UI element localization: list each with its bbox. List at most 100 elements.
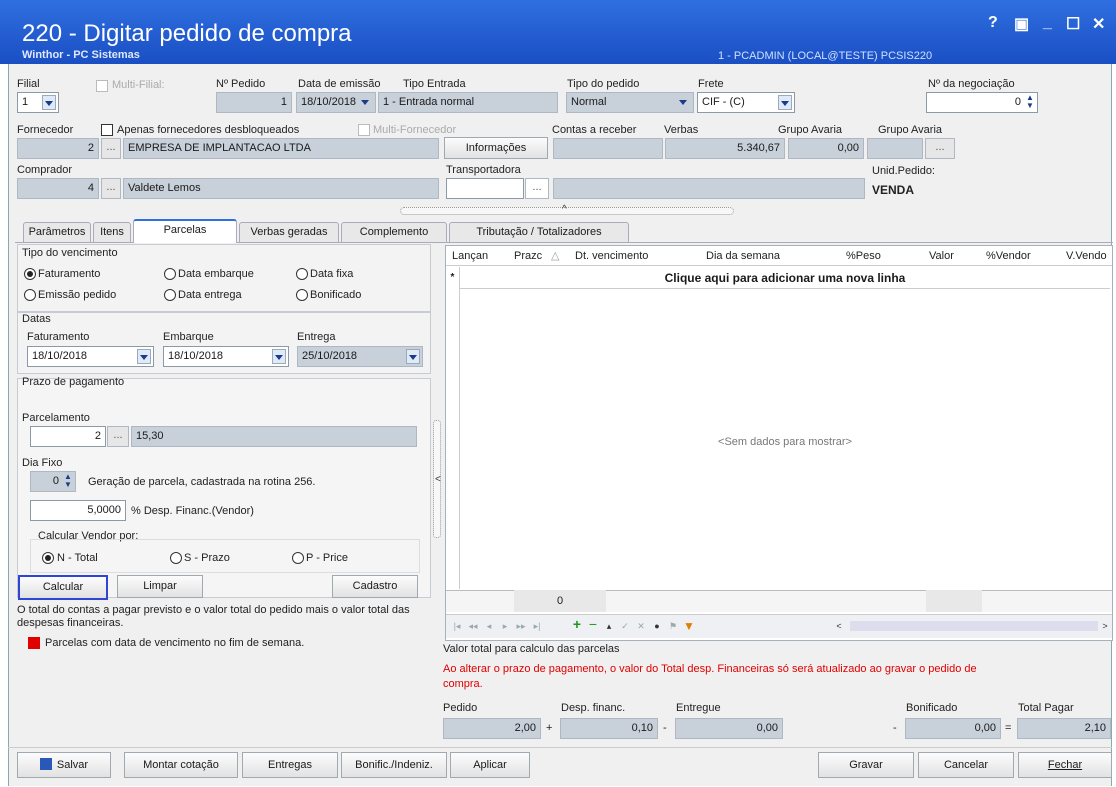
radio-n-total[interactable] [42, 552, 54, 564]
embarque-date[interactable]: 18/10/2018 [163, 346, 289, 367]
tipo-pedido-select[interactable]: Normal [566, 92, 694, 113]
grid-col-lancan[interactable]: Lançan [452, 250, 488, 262]
minimize-icon[interactable]: _ [1043, 14, 1052, 32]
limpar-button[interactable]: Limpar [117, 575, 203, 598]
fornecedor-search-button[interactable]: ... [101, 138, 121, 159]
entrega-date[interactable]: 25/10/2018 [297, 346, 423, 367]
nav-post-icon[interactable]: ✓ [618, 619, 632, 633]
cadastro-button[interactable]: Cadastro [332, 575, 418, 598]
informacoes-button[interactable]: Informações [444, 137, 548, 159]
grid-col-peso[interactable]: %Peso [846, 250, 881, 262]
close-icon[interactable]: ✕ [1092, 14, 1105, 34]
entregas-button[interactable]: Entregas [242, 752, 338, 778]
help-icon[interactable]: ? [988, 14, 998, 32]
parcelamento-search-button[interactable]: ... [107, 426, 129, 447]
transportadora-code[interactable] [446, 178, 524, 199]
faturamento-date-value: 18/10/2018 [32, 350, 88, 362]
faturamento-date[interactable]: 18/10/2018 [27, 346, 154, 367]
cancelar-button[interactable]: Cancelar [918, 752, 1014, 778]
comprador-code[interactable]: 4 [17, 178, 99, 199]
data-emissao-field[interactable]: 18/10/2018 [296, 92, 376, 113]
chevron-up-icon[interactable]: ^ [562, 204, 567, 215]
multi-fornecedor-checkbox[interactable] [358, 124, 370, 136]
fornecedor-code[interactable]: 2 [17, 138, 99, 159]
grid-col-vendor[interactable]: %Vendor [986, 250, 1031, 262]
chevron-left-icon[interactable]: < [435, 474, 441, 485]
grupo-avaria-search-button[interactable]: ... [925, 138, 955, 159]
nav-cancel-icon[interactable]: ✕ [634, 619, 648, 633]
parcelamento-desc: 15,30 [131, 426, 417, 447]
unid-pedido-value: VENDA [872, 183, 915, 197]
spinner-icon[interactable]: ▲ ▼ [63, 473, 73, 490]
tab-parametros[interactable]: Parâmetros [23, 222, 91, 242]
scroll-left-icon[interactable]: < [832, 619, 846, 633]
nav-edit-icon[interactable]: ▴ [602, 619, 616, 633]
dia-fixo-field[interactable]: 0 ▲ ▼ [30, 471, 76, 492]
nav-last-icon[interactable]: ▸| [530, 619, 544, 633]
chevron-down-icon [42, 95, 56, 110]
tipo-pedido-value: Normal [571, 96, 607, 108]
grupo-avaria-label-2: Grupo Avaria [878, 124, 943, 136]
radio-data-entrega[interactable] [164, 289, 176, 301]
radio-data-fixa[interactable] [296, 268, 308, 280]
desp-financ-field[interactable]: 5,0000 [30, 500, 126, 521]
aplicar-button[interactable]: Aplicar [450, 752, 530, 778]
collapse-splitter[interactable] [400, 207, 734, 215]
radio-emissao-pedido[interactable] [24, 289, 36, 301]
apenas-desbloq-checkbox[interactable] [101, 124, 113, 136]
nav-filter-icon[interactable]: ▼ [682, 619, 696, 633]
grid-col-prazo[interactable]: Prazc [514, 250, 542, 262]
new-row-prompt[interactable]: Clique aqui para adicionar uma nova linh… [460, 267, 1110, 289]
fechar-button[interactable]: Fechar [1018, 752, 1112, 778]
multi-filial-checkbox[interactable] [96, 80, 108, 92]
nav-bookmark-icon[interactable]: ⚑ [666, 619, 680, 633]
nav-prev-icon[interactable]: ◂ [482, 619, 496, 633]
grupo-avaria-code[interactable] [867, 138, 923, 159]
comprador-search-button[interactable]: ... [101, 178, 121, 199]
radio-data-embarque[interactable] [164, 268, 176, 280]
grid-col-dia-semana[interactable]: Dia da semana [706, 250, 780, 262]
radio-p-price[interactable] [292, 552, 304, 564]
radio-s-prazo[interactable] [170, 552, 182, 564]
calcular-button[interactable]: Calcular [18, 575, 108, 600]
grid-footer-count: 0 [514, 590, 606, 612]
entregue-field: 0,00 [675, 718, 783, 739]
contas-receber-field [553, 138, 663, 159]
grid-empty-text: <Sem dados para mostrar> [718, 436, 852, 448]
filial-select[interactable]: 1 [17, 92, 59, 113]
nav-prev-page-icon[interactable]: ◂◂ [466, 619, 480, 633]
negociacao-field[interactable]: 0 ▲ ▼ [926, 92, 1038, 113]
grid-col-dt-vencimento[interactable]: Dt. vencimento [575, 250, 648, 262]
nav-add-icon[interactable]: + [570, 617, 584, 631]
transportadora-search-button[interactable]: ... [525, 178, 549, 199]
maximize-icon[interactable]: ☐ [1066, 14, 1080, 34]
gravar-button[interactable]: Gravar [818, 752, 914, 778]
prazo-label: Prazo de pagamento [22, 376, 125, 388]
scroll-right-icon[interactable]: > [1098, 619, 1112, 633]
nav-first-icon[interactable]: |◂ [450, 619, 464, 633]
restore-icon[interactable]: ▣ [1014, 14, 1029, 34]
tab-complemento[interactable]: Complemento [341, 222, 447, 242]
bonific-button[interactable]: Bonific./Indeniz. [341, 752, 447, 778]
parcelamento-code[interactable]: 2 [30, 426, 106, 447]
tab-tributacao[interactable]: Tributação / Totalizadores [449, 222, 629, 242]
comprador-label: Comprador [17, 164, 73, 176]
nav-next-page-icon[interactable]: ▸▸ [514, 619, 528, 633]
spinner-icon[interactable]: ▲ ▼ [1025, 94, 1035, 111]
grid-col-v-vendor[interactable]: V.Vendo [1066, 250, 1107, 262]
grid-col-valor[interactable]: Valor [929, 250, 954, 262]
tab-parcelas[interactable]: Parcelas [133, 219, 237, 243]
nav-delete-icon[interactable]: − [586, 617, 600, 631]
horizontal-scrollbar[interactable] [850, 621, 1098, 631]
chevron-down-icon [406, 349, 420, 364]
nav-refresh-icon[interactable]: ● [650, 619, 664, 633]
frete-select[interactable]: CIF - (C) [697, 92, 795, 113]
frete-value: CIF - (C) [702, 96, 745, 108]
radio-bonificado[interactable] [296, 289, 308, 301]
tab-itens[interactable]: Itens [93, 222, 131, 242]
montar-cotacao-button[interactable]: Montar cotação [124, 752, 238, 778]
nav-next-icon[interactable]: ▸ [498, 619, 512, 633]
tab-verbas-geradas[interactable]: Verbas geradas [239, 222, 339, 242]
radio-faturamento[interactable] [24, 268, 36, 280]
salvar-button[interactable]: Salvar [17, 752, 111, 778]
